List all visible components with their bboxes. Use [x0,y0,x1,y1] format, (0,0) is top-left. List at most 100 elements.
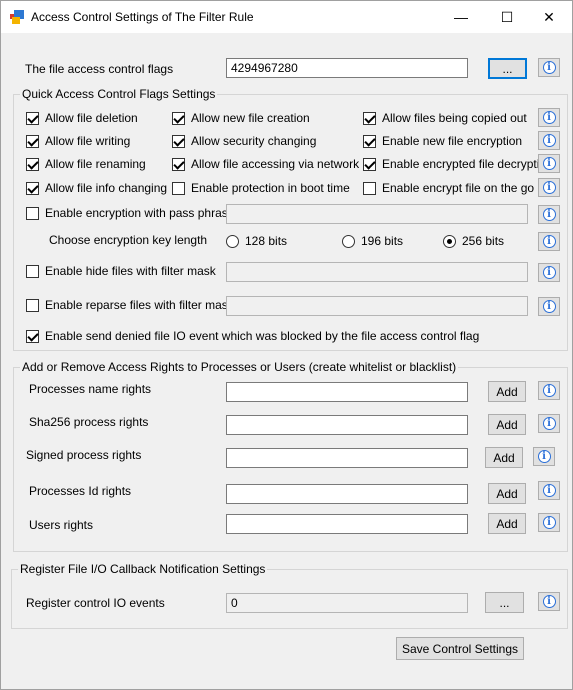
info-icon: i [542,516,556,529]
enable-encrypt-on-the-go-box[interactable] [363,181,376,195]
rights-title: Add or Remove Access Rights to Processes… [20,360,459,374]
users-rights-add-button[interactable]: Add [488,513,526,534]
flags-browse-button[interactable]: ... [488,58,527,79]
sha256-add-button[interactable]: Add [488,414,526,435]
close-icon: ✕ [543,8,555,25]
row1-info-button[interactable]: i [538,108,560,127]
register-io-input[interactable]: 0 [226,593,468,613]
users-rights-info-button[interactable]: i [538,513,560,532]
signed-process-add-button[interactable]: Add [485,447,523,468]
allow-files-copied-out-checkbox[interactable]: Allow files being copied out [363,111,527,125]
sha256-info-button[interactable]: i [538,414,560,433]
send-denied-box[interactable] [26,329,39,343]
enable-boot-time-protection-box[interactable] [172,181,185,195]
allow-file-renaming-checkbox[interactable]: Allow file renaming [26,157,146,171]
reparse-input[interactable] [226,296,528,316]
close-button[interactable]: ✕ [526,1,572,33]
users-rights-label: Users rights [29,518,94,532]
allow-file-info-changing-checkbox[interactable]: Allow file info changing [26,181,167,195]
allow-new-file-creation-checkbox[interactable]: Allow new file creation [172,111,310,125]
key-128-dot[interactable] [226,234,239,248]
enable-boot-time-protection-checkbox[interactable]: Enable protection in boot time [172,181,350,195]
callback-title: Register File I/O Callback Notification … [18,562,268,576]
pass-phrase-input[interactable] [226,204,528,224]
hide-files-checkbox[interactable]: Enable hide files with filter mask [26,264,216,278]
key-256-radio[interactable]: 256 bits [443,234,504,248]
info-icon: i [542,181,556,194]
pass-phrase-info-button[interactable]: i [538,205,560,224]
enable-new-file-encryption-box[interactable] [363,134,376,148]
info-icon: i [542,300,556,313]
allow-file-deletion-checkbox[interactable]: Allow file deletion [26,111,138,125]
users-rights-input[interactable] [226,514,468,534]
process-name-add-button[interactable]: Add [488,381,526,402]
info-icon: i [542,417,556,430]
allow-file-network-access-box[interactable] [172,157,185,171]
minimize-icon: — [454,9,468,25]
key-128-radio[interactable]: 128 bits [226,234,287,248]
process-name-info-button[interactable]: i [538,381,560,400]
enable-new-file-encryption-checkbox[interactable]: Enable new file encryption [363,134,522,148]
pass-phrase-checkbox[interactable]: Enable encryption with pass phrase [26,206,234,220]
quick-settings-title: Quick Access Control Flags Settings [20,87,218,101]
register-io-info-button[interactable]: i [538,592,560,611]
send-denied-label: Enable send denied file IO event which w… [45,329,480,343]
allow-file-info-changing-box[interactable] [26,181,39,195]
process-id-input[interactable] [226,484,468,504]
sha256-input[interactable] [226,415,468,435]
key-length-info-button[interactable]: i [538,232,560,251]
maximize-button[interactable]: ☐ [484,1,530,33]
reparse-checkbox[interactable]: Enable reparse files with filter mask [26,298,234,312]
reparse-info-button[interactable]: i [538,297,560,316]
flags-input[interactable]: 4294967280 [226,58,468,78]
allow-file-writing-box[interactable] [26,134,39,148]
allow-file-network-access-checkbox[interactable]: Allow file accessing via network [172,157,359,171]
flags-info-button[interactable]: i [538,58,560,77]
allow-file-network-access-label: Allow file accessing via network [191,157,360,171]
row3-info-button[interactable]: i [538,154,560,173]
process-id-add-button[interactable]: Add [488,483,526,504]
reparse-box[interactable] [26,298,39,312]
row2-info-button[interactable]: i [538,131,560,150]
info-icon: i [542,384,556,397]
allow-new-file-creation-box[interactable] [172,111,185,125]
key-length-label: Choose encryption key length [49,233,208,247]
reparse-label: Enable reparse files with filter mask [45,298,234,312]
hide-files-box[interactable] [26,264,39,278]
signed-process-input[interactable] [226,448,468,468]
allow-new-file-creation-label: Allow new file creation [191,111,310,125]
allow-security-changing-label: Allow security changing [191,134,317,148]
hide-files-input[interactable] [226,262,528,282]
allow-file-renaming-box[interactable] [26,157,39,171]
allow-security-changing-checkbox[interactable]: Allow security changing [172,134,316,148]
row4-info-button[interactable]: i [538,178,560,197]
process-id-info-button[interactable]: i [538,481,560,500]
key-196-radio[interactable]: 196 bits [342,234,403,248]
key-256-label: 256 bits [462,234,505,248]
enable-encrypted-file-decryption-box[interactable] [363,157,376,171]
register-io-browse-button[interactable]: ... [485,592,524,613]
allow-file-writing-checkbox[interactable]: Allow file writing [26,134,130,148]
enable-encrypted-file-decryption-checkbox[interactable]: Enable encrypted file decryption [363,157,553,171]
key-128-label: 128 bits [245,234,288,248]
key-196-dot[interactable] [342,234,355,248]
process-name-input[interactable] [226,382,468,402]
flags-label: The file access control flags [25,62,174,76]
send-denied-checkbox[interactable]: Enable send denied file IO event which w… [26,329,479,343]
key-196-label: 196 bits [361,234,404,248]
pass-phrase-box[interactable] [26,206,39,220]
key-256-dot[interactable] [443,234,456,248]
dialog-window: Access Control Settings of The Filter Ru… [0,0,573,690]
signed-process-info-button[interactable]: i [533,447,555,466]
process-name-label: Processes name rights [29,382,152,396]
allow-file-deletion-box[interactable] [26,111,39,125]
allow-security-changing-box[interactable] [172,134,185,148]
minimize-button[interactable]: — [438,1,484,33]
info-icon: i [542,266,556,279]
allow-files-copied-out-box[interactable] [363,111,376,125]
save-control-settings-button[interactable]: Save Control Settings [396,637,524,660]
hide-files-info-button[interactable]: i [538,263,560,282]
enable-encrypt-on-the-go-checkbox[interactable]: Enable encrypt file on the go [363,181,534,195]
info-icon: i [542,484,556,497]
title-bar: Access Control Settings of The Filter Ru… [1,1,572,33]
